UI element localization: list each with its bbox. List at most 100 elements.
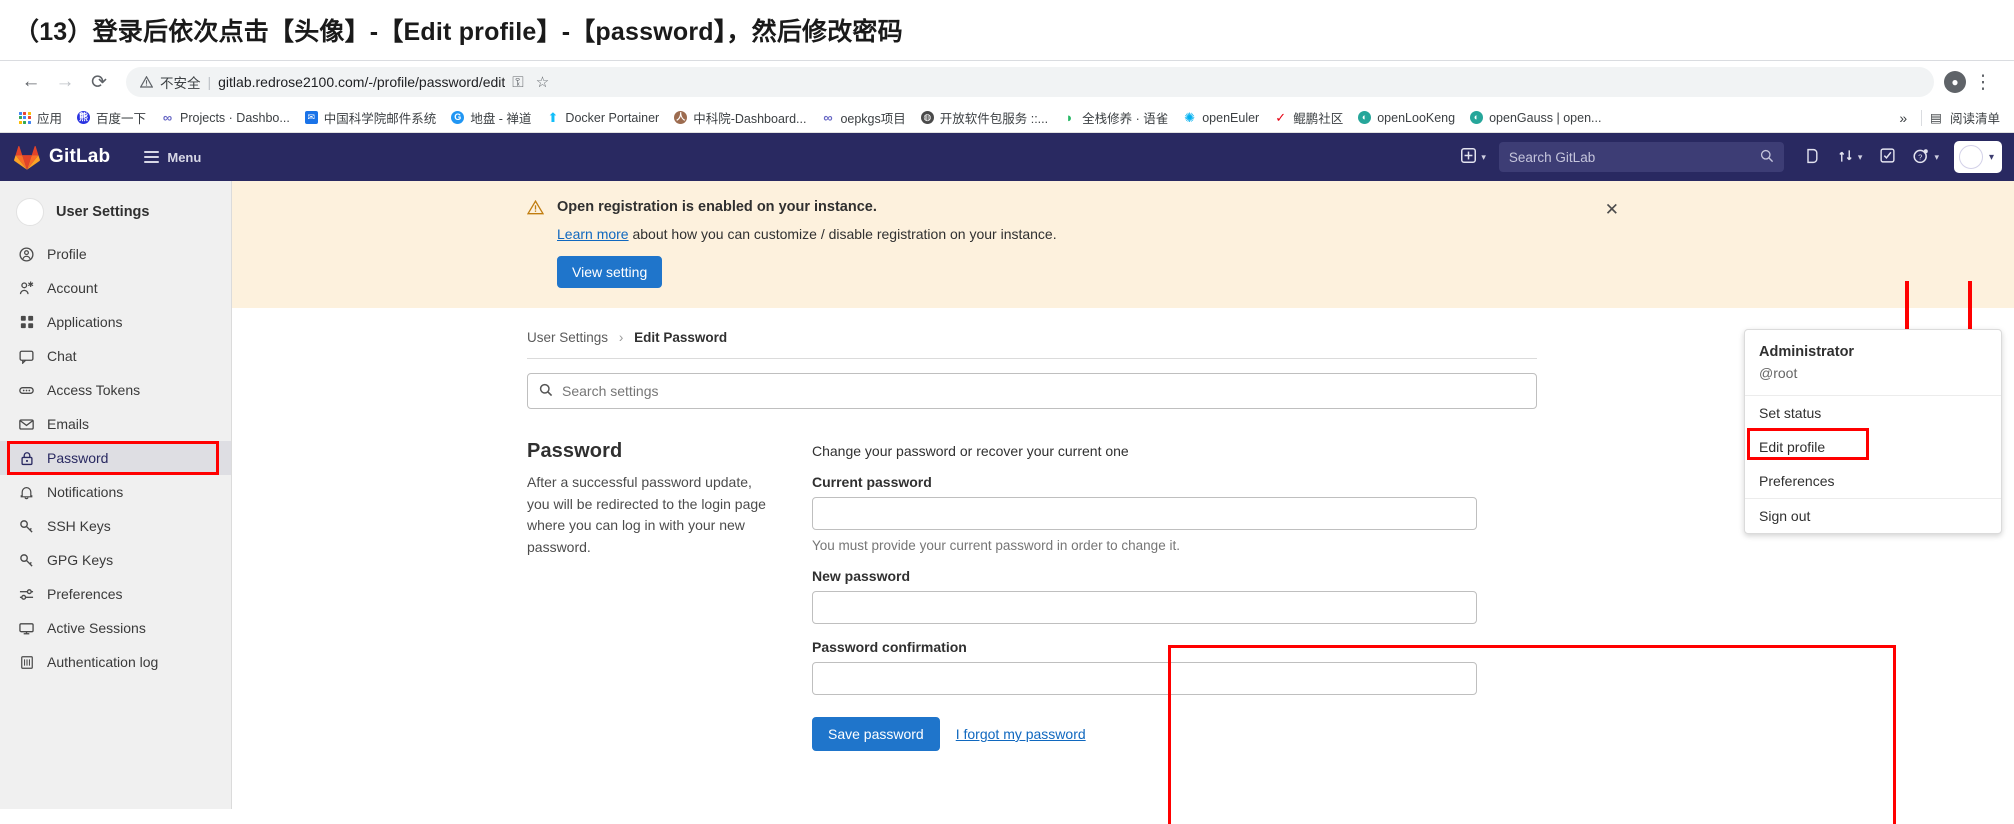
- forward-button[interactable]: →: [48, 65, 82, 99]
- save-password-button[interactable]: Save password: [812, 717, 940, 751]
- address-bar[interactable]: 不安全 | gitlab.redrose2100.com/-/profile/p…: [126, 67, 1934, 97]
- sidebar-title: User Settings: [56, 204, 150, 220]
- bookmark-cas-mail[interactable]: ✉ 中国科学院邮件系统: [297, 106, 444, 129]
- issues-button[interactable]: [1796, 141, 1829, 174]
- main-menu-button[interactable]: Menu: [136, 144, 209, 171]
- view-setting-button[interactable]: View setting: [557, 256, 663, 288]
- key-icon: [18, 519, 35, 534]
- bookmark-label: openGauss | open...: [1489, 110, 1602, 125]
- password-confirmation-input[interactable]: [812, 662, 1477, 695]
- portainer-icon: ⬆: [547, 110, 559, 125]
- sidebar-item-access-tokens[interactable]: Access Tokens: [0, 373, 231, 407]
- kunpeng-icon: ✓: [1275, 110, 1287, 125]
- bookmark-opengauss[interactable]: ◐ openGauss | open...: [1462, 108, 1608, 127]
- learn-more-link[interactable]: Learn more: [557, 226, 629, 242]
- sidebar-item-gpg-keys[interactable]: GPG Keys: [0, 543, 231, 577]
- bookmark-projects-dashboard[interactable]: ∞ Projects · Dashbo...: [153, 108, 297, 127]
- close-icon[interactable]: ✕: [1605, 201, 1619, 218]
- browser-menu-icon[interactable]: ⋮: [1966, 65, 2000, 99]
- bookmark-oepkgs[interactable]: ∞ oepkgs项目: [813, 106, 912, 129]
- sidebar-item-account[interactable]: ✱ Account: [0, 271, 231, 305]
- omnibox-actions: ⚿ ☆: [512, 73, 549, 92]
- section-heading: Password: [527, 440, 623, 462]
- key-icon[interactable]: ⚿: [512, 74, 523, 91]
- bookmark-apps[interactable]: 应用: [10, 106, 69, 129]
- bookmark-opensource-pkg[interactable]: ◍ 开放软件包服务 ::...: [913, 106, 1055, 129]
- sidebar-item-label: Account: [47, 280, 98, 296]
- new-dropdown-button[interactable]: ▾: [1452, 141, 1495, 173]
- field-password-confirmation: Password confirmation: [812, 639, 2014, 695]
- todos-button[interactable]: [1871, 141, 1904, 173]
- menu-item-edit-profile[interactable]: Edit profile: [1745, 428, 2001, 464]
- bookmark-cas-dashboard[interactable]: 人 中科院-Dashboard...: [666, 106, 813, 129]
- bookmark-baidu[interactable]: 熊 百度一下: [69, 106, 153, 129]
- search-settings-input[interactable]: Search settings: [527, 373, 1537, 409]
- bookmark-zentao[interactable]: G 地盘 - 禅道: [443, 106, 538, 129]
- bookmark-label: openEuler: [1202, 110, 1260, 125]
- menu-item-sign-out[interactable]: Sign out: [1745, 499, 2001, 533]
- sidebar-item-label: Chat: [47, 348, 77, 364]
- help-button[interactable]: ? ▾: [1904, 141, 1948, 174]
- search-input[interactable]: Search GitLab: [1498, 142, 1784, 172]
- browser-profile-icon[interactable]: ●: [1944, 71, 1966, 93]
- sidebar-item-profile[interactable]: Profile: [0, 237, 231, 271]
- search-icon: [539, 383, 553, 400]
- new-password-input[interactable]: [812, 591, 1477, 624]
- sidebar-item-label: Notifications: [47, 484, 124, 500]
- reading-list-label[interactable]: 阅读清单: [1950, 108, 2000, 127]
- bookmarks-divider: [1921, 109, 1923, 126]
- back-button[interactable]: ←: [14, 65, 48, 99]
- sidebar-header: User Settings: [0, 189, 231, 237]
- help-icon: ?: [1913, 148, 1929, 167]
- bookmark-label: 鲲鹏社区: [1293, 112, 1344, 126]
- current-password-input[interactable]: [812, 497, 1477, 530]
- sidebar-item-chat[interactable]: Chat: [0, 339, 231, 373]
- sidebar-item-applications[interactable]: Applications: [0, 305, 231, 339]
- sidebar-item-label: Emails: [47, 416, 90, 432]
- gitlab-icon: ∞: [162, 110, 173, 125]
- gitlab-brand-label: GitLab: [49, 146, 111, 167]
- token-icon: [18, 383, 35, 398]
- lock-icon: [18, 451, 35, 466]
- sidebar-item-label: Active Sessions: [47, 620, 146, 636]
- gitlab-logo[interactable]: GitLab: [14, 145, 110, 170]
- bookmark-label: Docker Portainer: [565, 110, 660, 125]
- bookmark-docker-portainer[interactable]: ⬆ Docker Portainer: [538, 108, 666, 127]
- menu-item-set-status[interactable]: Set status: [1745, 396, 2001, 430]
- search-icon: [1760, 149, 1774, 166]
- breadcrumb-current: Edit Password: [634, 330, 728, 345]
- plus-icon: [1461, 148, 1477, 166]
- menu-item-preferences[interactable]: Preferences: [1745, 464, 2001, 498]
- sidebar-item-emails[interactable]: Emails: [0, 407, 231, 441]
- chevron-down-icon: ▾: [1857, 151, 1863, 162]
- svg-text:✱: ✱: [27, 281, 34, 289]
- bookmark-openlookeng[interactable]: ◐ openLooKeng: [1350, 108, 1462, 127]
- alert-subtitle: Learn more about how you can customize /…: [557, 226, 1057, 242]
- yuque-icon: ◗: [1065, 110, 1074, 125]
- star-icon[interactable]: ☆: [536, 73, 549, 91]
- sidebar-item-authentication-log[interactable]: Authentication log: [0, 645, 231, 679]
- sidebar-item-active-sessions[interactable]: Active Sessions: [0, 611, 231, 645]
- browser-chrome: ← → ⟳ 不安全 | gitlab.redrose2100.com/-/pro…: [0, 60, 2014, 133]
- sidebar-item-password[interactable]: Password: [0, 441, 231, 475]
- bookmark-kunpeng[interactable]: ✓ 鲲鹏社区: [1266, 106, 1350, 129]
- bookmark-openeuler[interactable]: ✺ openEuler: [1175, 108, 1266, 127]
- chevron-down-icon: ▾: [1988, 151, 1994, 163]
- sidebar-item-preferences[interactable]: Preferences: [0, 577, 231, 611]
- gitlab-app: GitLab Menu ▾ Search GitLab ▾ ? ▾ ▾ Admi…: [0, 133, 2014, 824]
- bookmark-label: Projects · Dashbo...: [180, 110, 290, 125]
- reload-button[interactable]: ⟳: [82, 65, 116, 99]
- mail-icon: ✉: [304, 110, 319, 125]
- bookmark-label: 开放软件包服务 ::...: [939, 112, 1049, 126]
- sidebar-item-notifications[interactable]: Notifications: [0, 475, 231, 509]
- bookmarks-overflow-button[interactable]: »: [1893, 110, 1913, 126]
- apps-grid-icon: [17, 110, 32, 125]
- chevron-down-icon: ▾: [1481, 151, 1486, 162]
- user-menu-button[interactable]: ▾: [1953, 141, 2002, 173]
- sidebar-item-ssh-keys[interactable]: SSH Keys: [0, 509, 231, 543]
- search-settings-placeholder: Search settings: [562, 383, 659, 399]
- breadcrumb-parent[interactable]: User Settings: [527, 330, 608, 345]
- forgot-password-link[interactable]: I forgot my password: [956, 726, 1086, 742]
- bookmark-yuque[interactable]: ◗ 全栈修养 · 语雀: [1055, 106, 1175, 129]
- merge-requests-button[interactable]: ▾: [1829, 141, 1872, 174]
